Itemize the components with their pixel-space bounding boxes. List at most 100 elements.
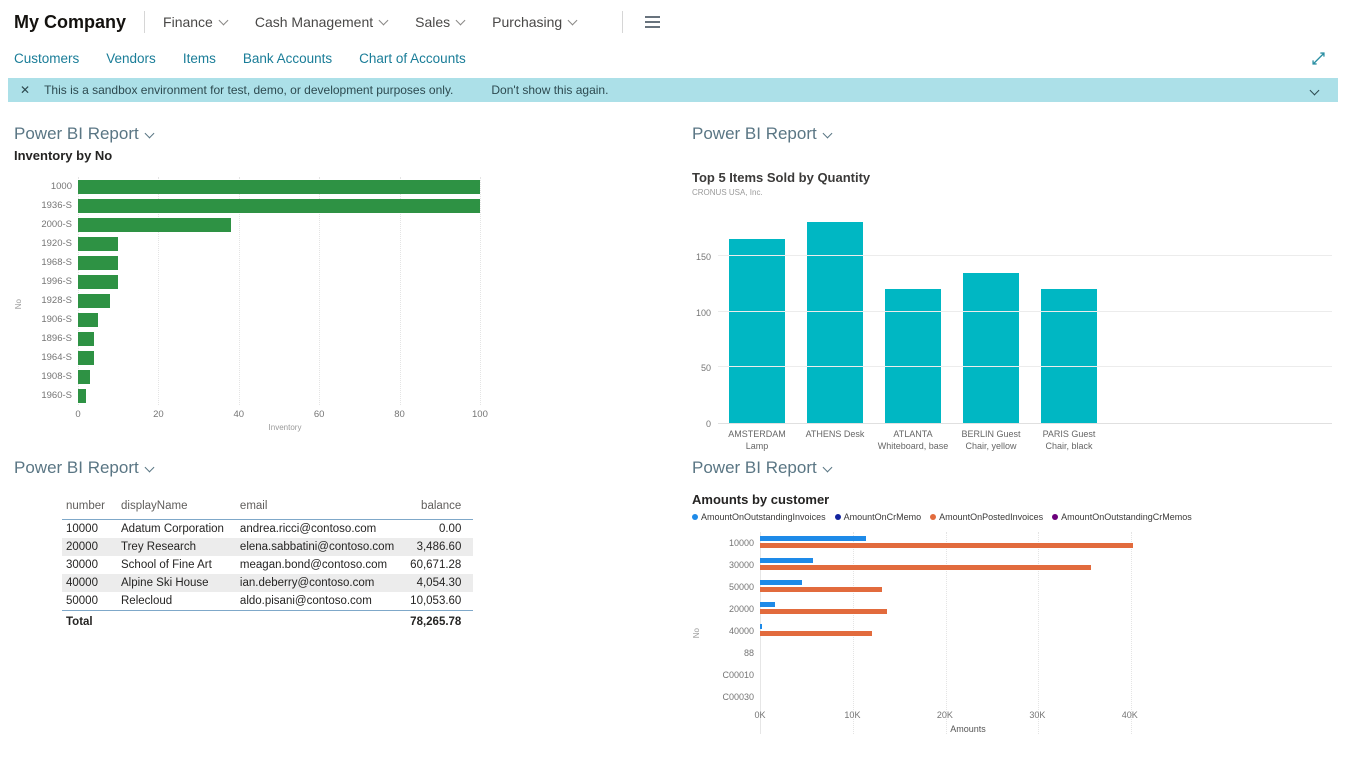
y-axis-title: No xyxy=(692,627,701,639)
bar-1000[interactable] xyxy=(78,179,480,194)
sandbox-banner: ✕ This is a sandbox environment for test… xyxy=(8,78,1338,102)
bar-track xyxy=(760,620,1176,642)
bar-AMSTERDAM Lamp[interactable] xyxy=(729,239,785,423)
expand-icon[interactable] xyxy=(1311,51,1326,66)
bar-10000-AmountOnPostedInvoices[interactable] xyxy=(760,543,1133,548)
legend-item[interactable]: AmountOnCrMemo xyxy=(834,512,921,522)
banner-dismiss-link[interactable]: Don't show this again. xyxy=(491,83,608,97)
chart-subtitle: CRONUS USA, Inc. xyxy=(692,188,763,197)
bar-1936-S[interactable] xyxy=(78,198,480,213)
nav-customers[interactable]: Customers xyxy=(14,51,79,66)
category-label: 1960-S xyxy=(41,390,72,401)
axis-tick-label: 0K xyxy=(754,710,766,720)
axis-tick-label: 50 xyxy=(700,363,711,374)
bar-1968-S[interactable] xyxy=(78,255,119,270)
chart-legend: AmountOnOutstandingInvoices AmountOnCrMem… xyxy=(692,512,1344,522)
nav-chart-of-accounts[interactable]: Chart of Accounts xyxy=(359,51,466,66)
cell: 10,053.60 xyxy=(406,592,474,611)
menu-sales[interactable]: Sales xyxy=(415,14,466,30)
bar-1896-S[interactable] xyxy=(78,331,95,346)
bar-track xyxy=(78,274,492,289)
cell: 4,054.30 xyxy=(416,577,462,589)
menu-purchasing[interactable]: Purchasing xyxy=(492,14,578,30)
bar-slot xyxy=(796,209,874,423)
y-axis-title: No xyxy=(14,299,23,310)
bar-50000-AmountOnPostedInvoices[interactable] xyxy=(760,587,883,592)
chart-row: 50000 xyxy=(704,576,1184,598)
bar-2000-S[interactable] xyxy=(78,217,231,232)
nav-items[interactable]: Items xyxy=(183,51,216,66)
bar-10000-AmountOnOutstandingInvoices[interactable] xyxy=(760,536,867,541)
axis-tick-label: 0 xyxy=(705,419,711,429)
company-name[interactable]: My Company xyxy=(14,12,126,33)
bar-30000-AmountOnPostedInvoices[interactable] xyxy=(760,565,1091,570)
bar-40000-AmountOnOutstandingInvoices[interactable] xyxy=(760,624,763,629)
chevron-down-icon[interactable] xyxy=(1304,83,1320,97)
part-header[interactable]: Power BI Report xyxy=(14,124,155,144)
table-row: 30000 School of Fine Art meagan.bond@conto… xyxy=(62,556,473,574)
table-row: 20000 Trey Research elena.sabbatini@contos… xyxy=(62,538,474,556)
cell: ian.deberry@contoso.com xyxy=(239,577,375,589)
bar-track xyxy=(760,532,1176,554)
bar-track xyxy=(78,369,492,384)
bar-30000-AmountOnOutstandingInvoices[interactable] xyxy=(760,558,813,563)
nav-vendors[interactable]: Vendors xyxy=(106,51,156,66)
legend-item[interactable]: AmountOnOutstandingCrMemos xyxy=(1052,512,1192,522)
menu-icon[interactable] xyxy=(645,16,661,28)
legend-item[interactable]: AmountOnPostedInvoices xyxy=(930,512,1043,522)
bar-1906-S[interactable] xyxy=(78,312,99,327)
part-header[interactable]: Power BI Report xyxy=(692,124,833,144)
close-icon[interactable]: ✕ xyxy=(20,83,30,97)
bar-track xyxy=(760,664,1176,686)
chart-row: 1996-S xyxy=(26,272,496,291)
bar-1908-S[interactable] xyxy=(78,369,91,384)
chart-title: Inventory by No xyxy=(14,148,113,163)
axis-tick-label: 40K xyxy=(1121,710,1138,720)
powerbi-part-amounts: Power BI Report Amounts by customer Amou… xyxy=(692,458,1344,734)
bar-1964-S[interactable] xyxy=(78,350,95,365)
nav-bank-accounts[interactable]: Bank Accounts xyxy=(243,51,332,66)
banner-message: This is a sandbox environment for test, … xyxy=(44,83,454,97)
menu-cash-management[interactable]: Cash Management xyxy=(255,14,389,30)
category-label: 40000 xyxy=(728,626,754,636)
bar-track xyxy=(78,331,492,346)
bar-20000-AmountOnOutstandingInvoices[interactable] xyxy=(760,602,775,607)
category-label: 50000 xyxy=(728,582,754,592)
category-label: 1000 xyxy=(50,181,72,192)
top5-yticks: 0 50 100 150 xyxy=(692,209,718,429)
bar-1996-S[interactable] xyxy=(78,274,119,289)
chevron-down-icon xyxy=(378,15,389,25)
bar-40000-AmountOnPostedInvoices[interactable] xyxy=(760,631,872,636)
table-row: 10000 Adatum Corporation andrea.ricci@cont… xyxy=(62,520,473,539)
bar-ATHENS Desk[interactable] xyxy=(807,222,863,423)
bar-50000-AmountOnOutstandingInvoices[interactable] xyxy=(760,580,802,585)
bar-1928-S[interactable] xyxy=(78,293,111,308)
bar-PARIS Guest Chair, black[interactable] xyxy=(1041,289,1097,423)
bar-BERLIN Guest Chair, yellow[interactable] xyxy=(963,272,1019,423)
bar-20000-AmountOnPostedInvoices[interactable] xyxy=(760,609,887,614)
legend-dot xyxy=(692,514,698,520)
category-label: ATHENS Desk xyxy=(805,429,865,439)
bar-ATLANTA Whiteboard, base[interactable] xyxy=(885,289,941,423)
amounts-chart: No 10000 30000 50000 20000 40000 88 C00010 C000… xyxy=(692,532,1344,734)
bar-1920-S[interactable] xyxy=(78,236,119,251)
category-label: BERLIN Guest Chair, yellow xyxy=(961,429,1021,451)
cell: Relecloud xyxy=(117,592,236,611)
category-label: 1936-S xyxy=(41,200,72,211)
powerbi-part-top5: Power BI Report Top 5 Items Sold by Quan… xyxy=(692,124,1344,452)
part-header[interactable]: Power BI Report xyxy=(14,458,155,478)
legend-item[interactable]: AmountOnOutstandingInvoices xyxy=(692,512,826,522)
bar-1960-S[interactable] xyxy=(78,388,87,403)
axis-tick-label: 20 xyxy=(153,409,164,420)
chart-row: 88 xyxy=(704,642,1184,664)
part-header[interactable]: Power BI Report xyxy=(692,458,833,478)
total-value: 78,265.78 xyxy=(410,616,462,628)
links-bar: Customers Vendors Items Bank Accounts Ch… xyxy=(0,44,1346,72)
menu-finance[interactable]: Finance xyxy=(163,14,229,30)
legend-label: AmountOnPostedInvoices xyxy=(939,512,1044,522)
chart-row: 2000-S xyxy=(26,215,496,234)
table-row: 40000 Alpine Ski House ian.deberry@contoso… xyxy=(62,574,474,592)
gridline xyxy=(718,366,1332,368)
bar-track xyxy=(78,293,492,308)
axis-tick-label: 10K xyxy=(844,710,861,720)
